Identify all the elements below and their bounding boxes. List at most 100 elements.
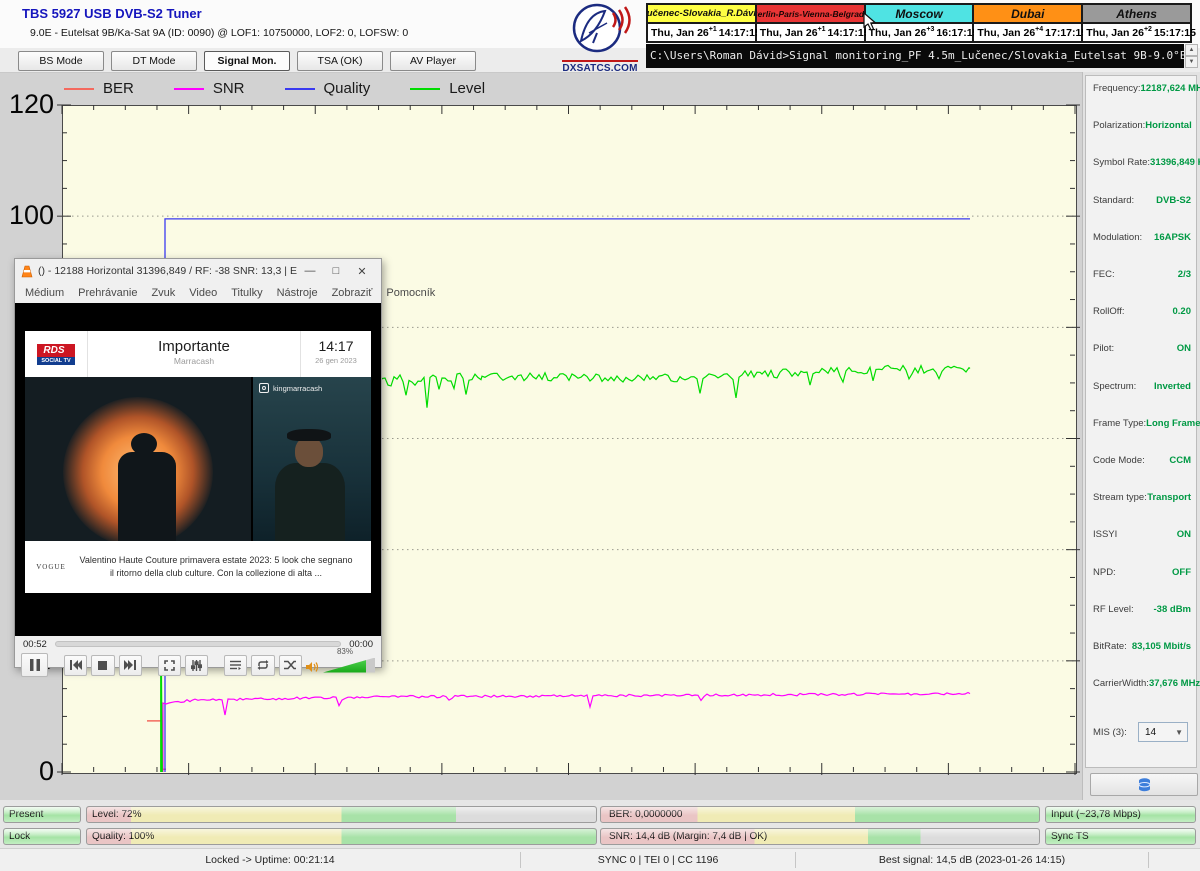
param-row: ISSYION: [1093, 529, 1191, 540]
menu-item-prehravanie[interactable]: Prehrávanie: [78, 287, 137, 299]
param-value: 31396,849 KS/s: [1150, 157, 1200, 168]
param-row: Symbol Rate:31396,849 KS/s: [1093, 157, 1191, 168]
param-label: Standard:: [1093, 195, 1134, 206]
instagram-handle: kingmarracash: [259, 383, 322, 393]
rds-logo-bottom: SOCIAL TV: [37, 357, 74, 365]
clock-utc-offset: +1: [709, 26, 717, 33]
legend-label: Quality: [324, 80, 371, 97]
window-close-button[interactable]: ✕: [349, 262, 375, 280]
menu-item-zvuk[interactable]: Zvuk: [151, 287, 175, 299]
param-row: Pilot:ON: [1093, 343, 1191, 354]
param-value: DVB-S2: [1156, 195, 1191, 206]
param-label: FEC:: [1093, 269, 1115, 280]
clock-column-2: MoscowThu, Jan 26+316:17:15: [866, 5, 975, 41]
param-value: 2/3: [1178, 269, 1191, 280]
clock-utc-offset: +3: [926, 26, 934, 33]
present-indicator: Present: [3, 806, 81, 823]
clock-utc-offset: +1: [818, 26, 826, 33]
param-label: Frame Type:: [1093, 418, 1146, 429]
tab-bs-mode[interactable]: BS Mode: [18, 51, 104, 71]
mis-select[interactable]: 14 ▼: [1138, 722, 1188, 742]
clock-time: 15:17:15: [1154, 27, 1196, 39]
previous-button[interactable]: [64, 655, 87, 676]
scroll-up-icon[interactable]: ▲: [1185, 44, 1198, 56]
chevron-down-icon: ▼: [1175, 728, 1187, 737]
world-clocks: Lučenec-Slovakia_R.DávidThu, Jan 26+114:…: [646, 3, 1192, 43]
vlc-window: () - 12188 Horizontal 31396,849 / RF: -3…: [14, 258, 382, 668]
clock-date: Thu, Jan 26: [977, 27, 1035, 39]
clock-utc-offset: +4: [1035, 26, 1043, 33]
banner-song-title: Importante: [88, 338, 300, 355]
tab-av-player[interactable]: AV Player: [390, 51, 476, 71]
clock-city-label: Berlin-Paris-Vienna-Belgrade: [757, 5, 864, 24]
param-value: 12187,624 MHz: [1141, 83, 1200, 94]
next-button[interactable]: [119, 655, 142, 676]
volume-control[interactable]: 83%: [306, 658, 375, 673]
console-text: C:\Users\Roman Dávid>Signal monitoring_P…: [650, 49, 1184, 62]
mis-value: 14: [1145, 727, 1156, 738]
param-row: FEC: 2/3: [1093, 269, 1191, 280]
window-maximize-button[interactable]: □: [323, 262, 349, 280]
loop-button[interactable]: [251, 655, 274, 676]
playlist-button[interactable]: [224, 655, 247, 676]
menu-item-pomocnik[interactable]: Pomocník: [386, 287, 435, 299]
clock-time-row: Thu, Jan 26+316:17:15: [866, 24, 973, 41]
menu-item-medium[interactable]: Médium: [25, 287, 64, 299]
clock-time: 14:17:15: [719, 27, 761, 39]
pause-button[interactable]: [21, 653, 48, 677]
vlc-window-title: () - 12188 Horizontal 31396,849 / RF: -3…: [38, 265, 297, 277]
param-label: Symbol Rate:: [1093, 157, 1150, 168]
legend-label: SNR: [213, 80, 245, 97]
vogue-logo: VOGUE: [25, 563, 77, 571]
tab-dt-mode[interactable]: DT Mode: [111, 51, 197, 71]
window-minimize-button[interactable]: —: [297, 262, 323, 280]
equalizer-button[interactable]: [185, 655, 208, 676]
shuffle-button[interactable]: [279, 655, 302, 676]
speaker-icon: [306, 661, 318, 673]
param-row: Standard: DVB-S2: [1093, 195, 1191, 206]
menu-item-nastroje[interactable]: Nástroje: [277, 287, 318, 299]
person-head: [295, 437, 323, 467]
vlc-video-area: RDS SOCIAL TV Importante Marracash 14:17…: [15, 303, 381, 636]
app-subtitle: 9.0E - Eutelsat 9B/Ka-Sat 9A (ID: 0090) …: [30, 27, 408, 39]
param-label: NPD:: [1093, 567, 1116, 578]
clock-column-0: Lučenec-Slovakia_R.DávidThu, Jan 26+114:…: [648, 5, 757, 41]
input-bar: Input (~23,78 Mbps): [1045, 806, 1196, 823]
param-row: NPD: OFF: [1093, 567, 1191, 578]
vlc-cone-icon: [21, 265, 33, 278]
param-value: OFF: [1172, 567, 1191, 578]
param-label: RollOff:: [1093, 306, 1125, 317]
param-value: ON: [1177, 343, 1191, 354]
scroll-down-icon[interactable]: ▼: [1185, 56, 1198, 68]
fullscreen-button[interactable]: [158, 655, 181, 676]
menu-item-titulky[interactable]: Titulky: [231, 287, 262, 299]
export-button[interactable]: [1090, 773, 1198, 796]
console-scrollbar[interactable]: ▲ ▼: [1185, 44, 1198, 68]
clock-city-label: Lučenec-Slovakia_R.Dávid: [648, 5, 755, 24]
param-value: ON: [1177, 529, 1191, 540]
stop-button[interactable]: [91, 655, 114, 676]
param-value: Inverted: [1154, 381, 1191, 392]
vlc-titlebar[interactable]: () - 12188 Horizontal 31396,849 / RF: -3…: [15, 259, 381, 283]
legend-item-level: Level: [410, 80, 485, 97]
menu-item-video[interactable]: Video: [189, 287, 217, 299]
volume-slider[interactable]: [323, 658, 375, 673]
level-bar: Level: 72%: [86, 806, 597, 823]
tab-signal-mon-[interactable]: Signal Mon.: [204, 51, 290, 71]
console-input[interactable]: C:\Users\Roman Dávid>Signal monitoring_P…: [646, 44, 1184, 68]
clock-date: Thu, Jan 26: [760, 27, 818, 39]
y-axis-label-120: 120: [2, 89, 54, 120]
dxsatcs-logo: DXSATCS.COM: [558, 3, 642, 67]
param-row: Frame Type:Long Frame: [1093, 418, 1191, 429]
menu-item-zobrazit[interactable]: Zobraziť: [332, 287, 373, 299]
clock-city-label: Athens: [1083, 5, 1190, 24]
seek-bar[interactable]: [55, 641, 341, 647]
clock-column-1: Berlin-Paris-Vienna-Belgrade Thu, Jan 26+…: [757, 5, 866, 41]
mis-label: MIS (3):: [1093, 727, 1127, 738]
rds-social-tv-logo: RDS SOCIAL TV: [25, 331, 88, 377]
legend-item-quality: Quality: [285, 80, 371, 97]
clock-date: Thu, Jan 26: [651, 27, 709, 39]
param-value: -38 dBm: [1154, 604, 1191, 615]
tab-tsa-ok-[interactable]: TSA (OK): [297, 51, 383, 71]
status-best-signal: Best signal: 14,5 dB (2023-01-26 14:15): [796, 849, 1148, 871]
